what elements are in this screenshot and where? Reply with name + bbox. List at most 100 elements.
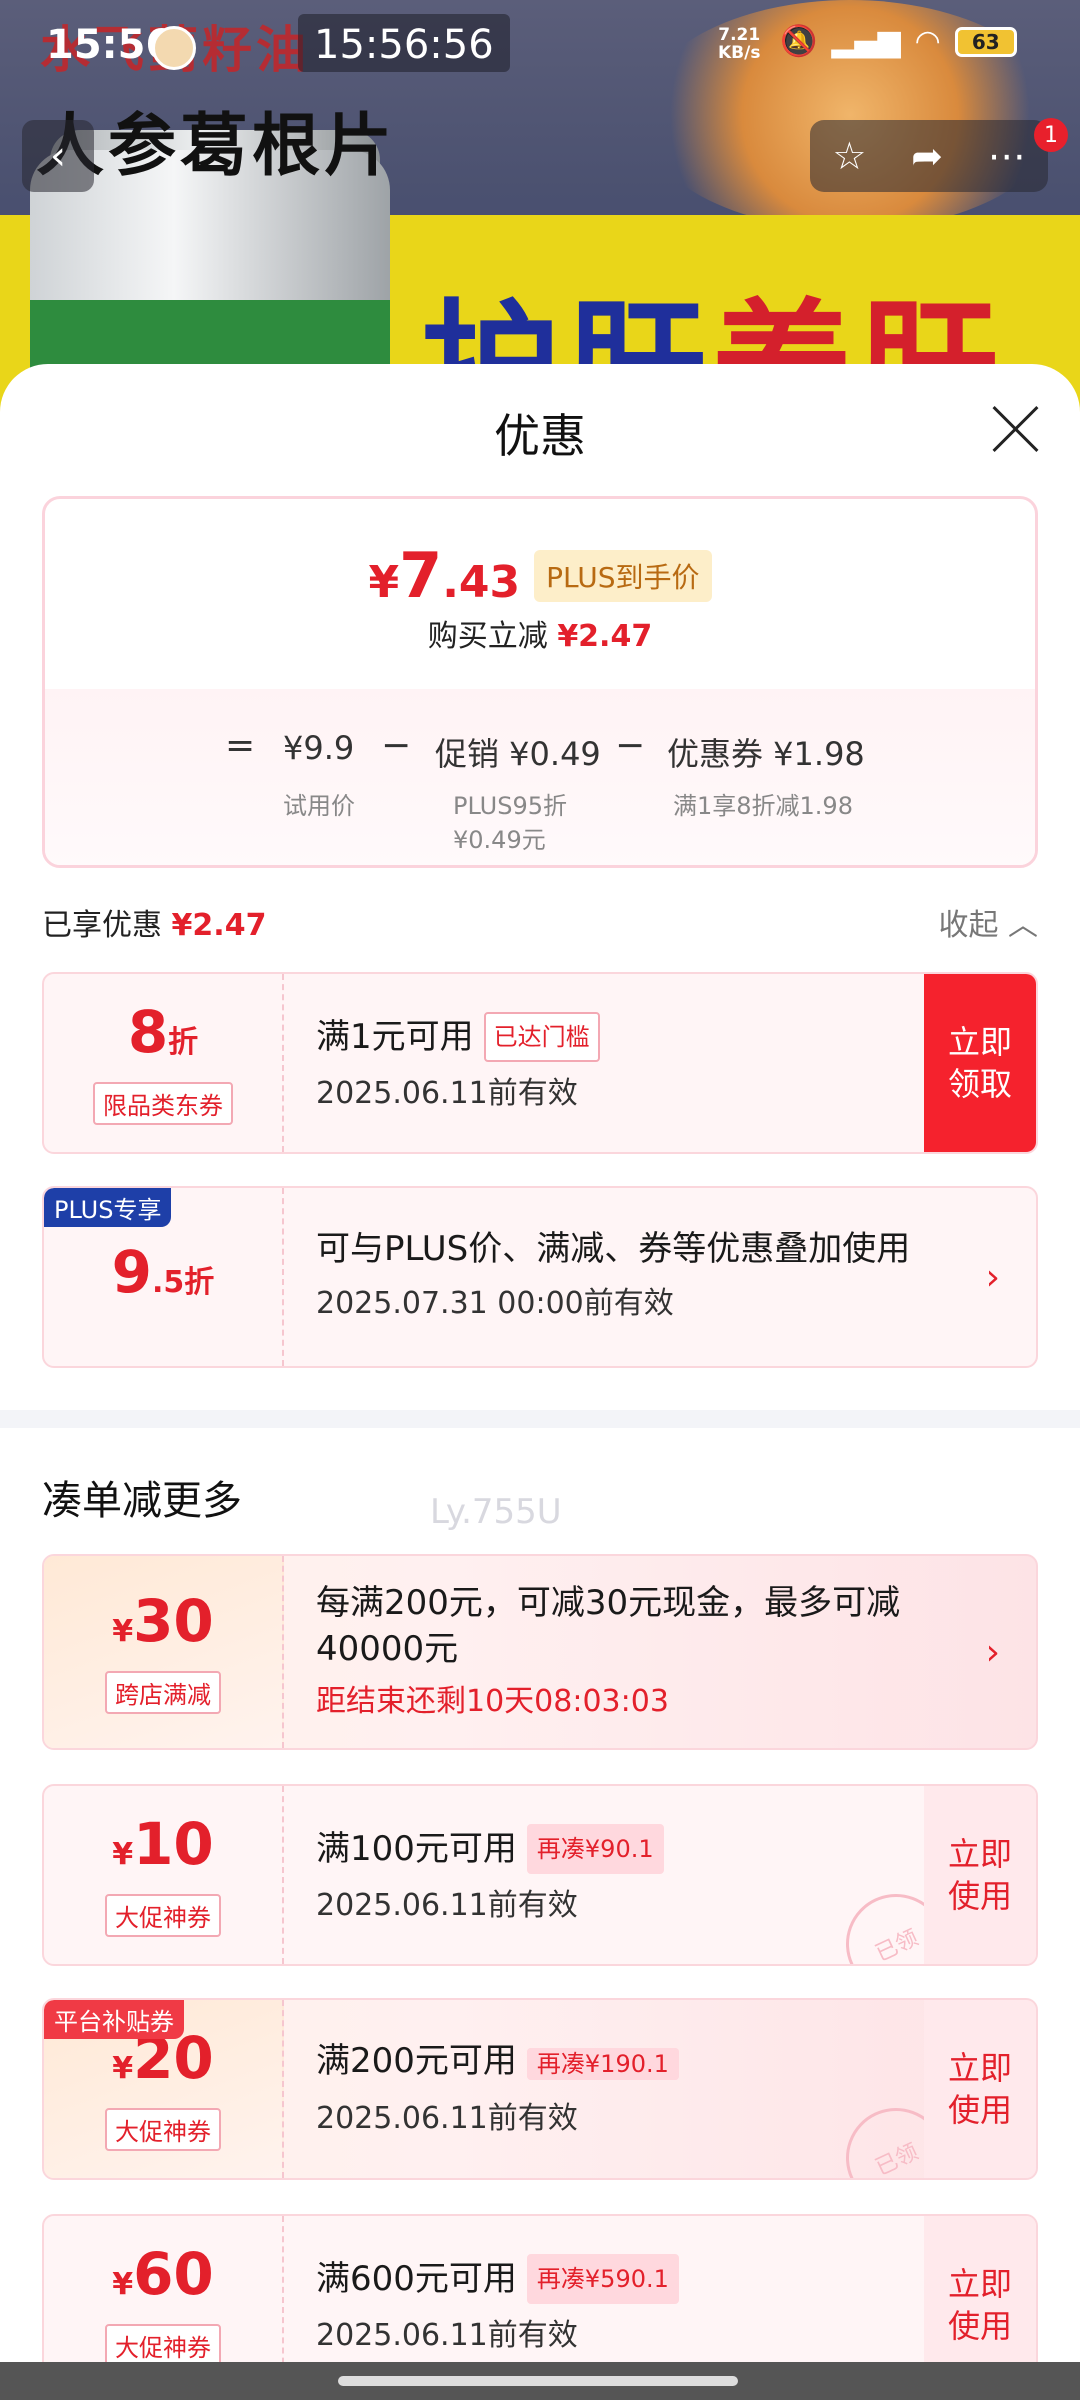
section-divider [0, 1410, 1080, 1428]
coupon-condition-text: 满600元可用 [316, 2259, 517, 2299]
use-button[interactable]: 立即 使用 [924, 2000, 1036, 2178]
coupon-type: 大促神券 [105, 2324, 221, 2367]
close-icon[interactable] [990, 404, 1040, 454]
coupon-value-number: 30 [133, 1587, 214, 1655]
formula-equals: = [225, 725, 256, 766]
coupon-validity: 2025.06.11前有效 [316, 2318, 578, 2353]
watermark: Ly.755U [430, 1492, 562, 1532]
coupon-condition: 满100元可用 再凑¥90.1 [316, 1824, 896, 1874]
enjoyed-discount: 已享优惠 ¥2.47 [42, 900, 266, 944]
coupon-type: 大促神券 [105, 1894, 221, 1937]
wifi-icon: ◠ [914, 24, 941, 59]
coupon-condition: 满200元可用 再凑¥190.1 [316, 2038, 896, 2087]
countdown-text: 距结束还剩10天08:03:03 [316, 1684, 669, 1719]
formula-promo-sub-1: PLUS95折 [453, 792, 567, 820]
mute-icon: 🔕 [780, 24, 818, 59]
coupon-currency: ¥ [112, 1614, 134, 1649]
chevron-right-icon: › [985, 1631, 1000, 1673]
coupon-condition-text: 满200元可用 [316, 2041, 517, 2081]
formula-trial-price: ¥9.9 [283, 729, 355, 767]
coupon-card: ¥10 大促神券 满100元可用 再凑¥90.1 2025.06.11前有效 已领… [42, 1784, 1038, 1966]
formula-minus-1: − [381, 725, 412, 766]
coupon-info: 满100元可用 再凑¥90.1 2025.06.11前有效 [316, 1824, 896, 1924]
coupon-value-unit: .5折 [152, 1264, 215, 1300]
collapse-toggle[interactable]: 收起 ︿ [938, 900, 1038, 944]
coupon-validity: 2025.06.11前有效 [316, 1076, 578, 1111]
gesture-bar [0, 2362, 1080, 2400]
platform-subsidy-badge: 平台补贴券 [44, 2000, 184, 2039]
coupon-value: ¥10 [112, 1813, 214, 1886]
coupon-value-number: 10 [133, 1810, 214, 1878]
save-label: 购买立减 [427, 619, 548, 654]
price-breakdown-card: ¥ 7 .43 PLUS到手价 购买立减 ¥2.47 = ¥9.9 试用价 − … [42, 496, 1038, 868]
message-badge: 1 [1034, 118, 1068, 152]
plus-discount-card[interactable]: 9.5折 PLUS专享 可与PLUS价、满减、券等优惠叠加使用 2025.07.… [42, 1186, 1038, 1368]
coupon-validity: 2025.06.11前有效 [316, 1888, 578, 1923]
coupon-value-number: 9 [111, 1237, 153, 1306]
claim-button[interactable]: 立即 领取 [924, 974, 1036, 1152]
enjoyed-amount: ¥2.47 [171, 908, 267, 943]
discount-sheet: 优惠 ¥ 7 .43 PLUS到手价 购买立减 ¥2.47 = ¥9.9 试用价… [0, 364, 1080, 2400]
coupon-card: 8折 限品类东券 满1元可用 已达门槛 2025.06.11前有效 立即 领取 [42, 972, 1038, 1154]
use-button[interactable]: 立即 使用 [924, 1786, 1036, 1964]
use-button-label: 立即 使用 [947, 1835, 1012, 1915]
cross-store-promo-card[interactable]: ¥30 跨店满减 每满200元，可减30元现金，最多可减40000元 距结束还剩… [42, 1554, 1038, 1750]
price-currency: ¥ [368, 557, 400, 608]
status-icons: 🔕 ▂▄▆ ◠ 63 [780, 24, 1017, 59]
coupon-value-area: 8折 限品类东券 [44, 974, 284, 1152]
add-more-badge: 再凑¥90.1 [526, 1824, 664, 1874]
plus-price-tag: PLUS到手价 [534, 549, 712, 602]
final-price: ¥ 7 .43 PLUS到手价 [45, 539, 1035, 612]
use-button-label: 立即 使用 [947, 2049, 1012, 2129]
status-bar: 15:56 15:56:56 7.21 KB/s 🔕 ▂▄▆ ◠ 63 [0, 12, 1080, 72]
coupon-type: 跨店满减 [105, 1671, 221, 1714]
favorite-star-icon[interactable]: ☆ [832, 134, 866, 178]
coupon-condition: 每满200元，可减30元现金，最多可减40000元 [316, 1583, 901, 1669]
home-indicator[interactable] [338, 2376, 738, 2386]
chevron-left-icon: ‹ [50, 133, 66, 179]
notification-avatar-icon [152, 26, 196, 70]
coupon-condition-text: 满100元可用 [316, 1829, 517, 1869]
sheet-title: 优惠 [494, 409, 586, 463]
battery-icon: 63 [954, 26, 1017, 57]
coupon-info: 可与PLUS价、满减、券等优惠叠加使用 2025.07.31 00:00前有效 [316, 1226, 956, 1322]
coupon-currency: ¥ [112, 2051, 134, 2086]
claim-button-label: 立即 领取 [947, 1023, 1012, 1103]
add-more-badge: 再凑¥190.1 [526, 2048, 679, 2080]
coupon-value: ¥60 [112, 2243, 214, 2316]
status-time-overlay: 15:56:56 [298, 14, 510, 72]
formula-promo-sub-2: ¥0.49元 [453, 826, 546, 854]
chevron-right-icon: › [985, 1256, 1000, 1298]
coupon-validity: 2025.07.31 00:00前有效 [316, 1286, 674, 1321]
formula-promo: 促销 ¥0.49 [435, 735, 601, 773]
coupon-value-area: ¥10 大促神券 [44, 1786, 284, 1964]
signal-icon: ▂▄▆ [831, 24, 901, 59]
coupon-type: 大促神券 [105, 2108, 221, 2151]
enjoyed-label: 已享优惠 [42, 908, 162, 943]
formula-coupon-sub: 满1享8折减1.98 [673, 792, 853, 820]
coupon-value: 9.5折 [112, 1241, 215, 1314]
more-deals-title: 凑单减更多 [42, 1478, 242, 1524]
net-speed: 7.21 KB/s [718, 26, 760, 62]
net-speed-value: 7.21 [718, 25, 761, 45]
formula-trial-label: 试用价 [283, 792, 355, 820]
save-amount: ¥2.47 [557, 619, 653, 654]
add-more-badge: 再凑¥590.1 [526, 2254, 679, 2304]
share-icon[interactable]: ➦ [911, 134, 943, 178]
coupon-condition: 满1元可用 已达门槛 [316, 1012, 896, 1062]
coupon-condition: 可与PLUS价、满减、券等优惠叠加使用 [316, 1229, 911, 1269]
more-icon[interactable]: ⋯ [988, 134, 1026, 178]
threshold-badge: 已达门槛 [483, 1012, 600, 1062]
coupon-info: 每满200元，可减30元现金，最多可减40000元 距结束还剩10天08:03:… [316, 1580, 956, 1720]
back-button[interactable]: ‹ [22, 120, 94, 192]
coupon-validity: 2025.06.11前有效 [316, 2101, 578, 2136]
price-decimal: .43 [442, 557, 521, 608]
coupon-card: ¥20 大促神券 平台补贴券 满200元可用 再凑¥190.1 2025.06.1… [42, 1998, 1038, 2180]
coupon-info: 满1元可用 已达门槛 2025.06.11前有效 [316, 1012, 896, 1112]
formula-minus-2: − [615, 725, 646, 766]
coupon-currency: ¥ [112, 1837, 134, 1872]
coupon-info: 满600元可用 再凑¥590.1 2025.06.11前有效 [316, 2254, 896, 2354]
coupon-value: ¥30 [112, 1590, 214, 1663]
coupon-value-unit: 折 [168, 1025, 199, 1060]
coupon-condition: 满600元可用 再凑¥590.1 [316, 2254, 896, 2304]
